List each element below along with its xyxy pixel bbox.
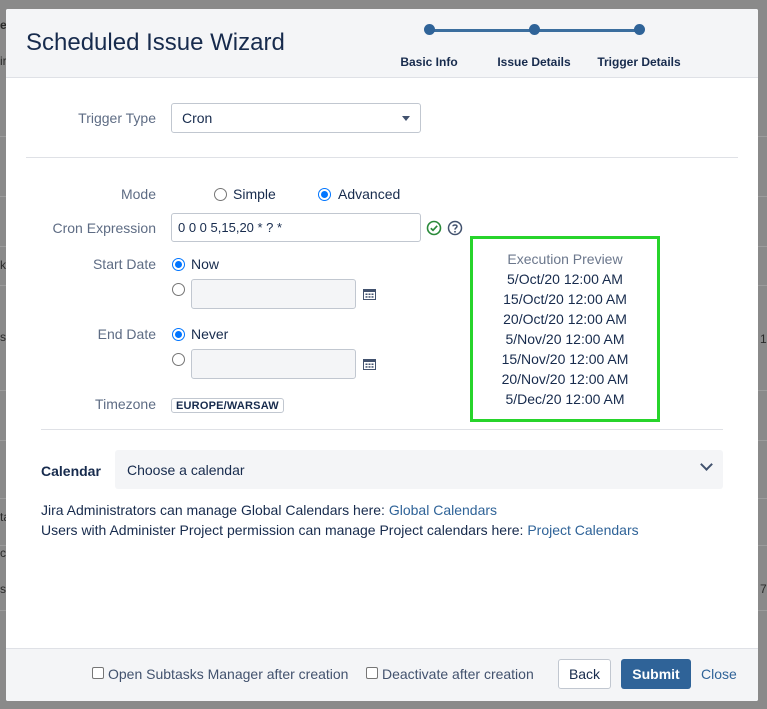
start-date-custom-radio[interactable] — [172, 283, 185, 296]
step-label-trigger-details: Trigger Details — [597, 55, 681, 69]
execution-preview-item: 20/Oct/20 12:00 AM — [503, 311, 627, 327]
wizard-progress-tracker: Basic Info Issue Details Trigger Details — [386, 23, 706, 73]
submit-button[interactable]: Submit — [621, 659, 691, 689]
project-calendars-text: Users with Administer Project permission… — [41, 522, 528, 538]
deactivate-label[interactable]: Deactivate after creation — [382, 666, 534, 682]
dialog-footer: Open Subtasks Manager after creation Dea… — [6, 648, 758, 701]
calendar-icon[interactable] — [363, 288, 376, 300]
execution-preview-item: 15/Nov/20 12:00 AM — [501, 351, 629, 367]
scheduled-issue-wizard-dialog: Scheduled Issue Wizard Basic Info Issue … — [6, 9, 758, 701]
dialog-title: Scheduled Issue Wizard — [26, 29, 285, 56]
execution-preview-item: 5/Nov/20 12:00 AM — [505, 331, 625, 347]
project-calendars-info: Users with Administer Project permission… — [41, 522, 639, 538]
execution-preview-item: 20/Nov/20 12:00 AM — [501, 371, 629, 387]
global-calendars-text: Jira Administrators can manage Global Ca… — [41, 502, 389, 518]
step-dot-basic-info — [424, 24, 435, 35]
dialog-header: Scheduled Issue Wizard Basic Info Issue … — [6, 9, 758, 78]
step-label-basic-info: Basic Info — [400, 55, 458, 69]
timezone-badge: EUROPE/WARSAW — [171, 398, 284, 413]
mode-simple-radio[interactable] — [214, 188, 227, 201]
mode-advanced-label[interactable]: Advanced — [338, 186, 400, 202]
start-date-input[interactable] — [191, 279, 356, 309]
step-dot-issue-details — [529, 24, 540, 35]
global-calendars-info: Jira Administrators can manage Global Ca… — [41, 502, 497, 518]
close-link[interactable]: Close — [701, 666, 737, 682]
mode-advanced-radio[interactable] — [318, 188, 331, 201]
start-date-label: Start Date — [92, 256, 156, 272]
step-label-issue-details: Issue Details — [497, 55, 571, 69]
question-circle-icon[interactable] — [447, 220, 463, 236]
end-date-input[interactable] — [191, 349, 356, 379]
caret-down-icon — [402, 116, 410, 121]
open-subtasks-checkbox[interactable] — [92, 667, 104, 679]
end-date-custom-radio[interactable] — [172, 353, 185, 366]
mode-label: Mode — [120, 186, 156, 202]
trigger-type-label: Trigger Type — [78, 110, 156, 126]
execution-preview-item: 15/Oct/20 12:00 AM — [503, 291, 627, 307]
end-date-never-label[interactable]: Never — [191, 326, 228, 342]
execution-preview-item: 5/Oct/20 12:00 AM — [507, 271, 623, 287]
calendar-icon[interactable] — [363, 358, 376, 370]
execution-preview-item: 5/Dec/20 12:00 AM — [505, 391, 625, 407]
mode-simple-label[interactable]: Simple — [233, 186, 276, 202]
section-divider — [26, 157, 738, 158]
calendar-label: Calendar — [41, 463, 101, 479]
start-date-now-radio[interactable] — [172, 258, 185, 271]
timezone-label: Timezone — [95, 396, 156, 412]
chevron-down-icon — [700, 458, 713, 471]
cron-expression-value: 0 0 0 5,15,20 * ? * — [178, 220, 283, 235]
background-text: 1 — [760, 332, 767, 346]
trigger-type-select[interactable]: Cron — [171, 103, 421, 133]
check-circle-icon — [426, 220, 442, 236]
end-date-label: End Date — [97, 326, 156, 342]
calendar-placeholder: Choose a calendar — [127, 461, 245, 478]
trigger-type-value: Cron — [182, 110, 213, 126]
deactivate-checkbox[interactable] — [366, 667, 378, 679]
project-calendars-link[interactable]: Project Calendars — [527, 522, 638, 538]
cron-expression-input[interactable]: 0 0 0 5,15,20 * ? * — [171, 213, 421, 242]
cron-expression-label: Cron Expression — [52, 220, 157, 236]
open-subtasks-label[interactable]: Open Subtasks Manager after creation — [108, 666, 348, 682]
step-dot-trigger-details — [634, 24, 645, 35]
section-divider — [41, 429, 723, 430]
end-date-never-radio[interactable] — [172, 328, 185, 341]
execution-preview-title: Execution Preview — [507, 251, 623, 267]
background-text: 7 — [760, 582, 767, 596]
start-date-now-label[interactable]: Now — [191, 256, 219, 272]
calendar-select[interactable]: Choose a calendar — [115, 450, 723, 489]
global-calendars-link[interactable]: Global Calendars — [389, 502, 497, 518]
back-button[interactable]: Back — [558, 659, 611, 689]
execution-preview-panel: Execution Preview 5/Oct/20 12:00 AM 15/O… — [470, 236, 660, 422]
